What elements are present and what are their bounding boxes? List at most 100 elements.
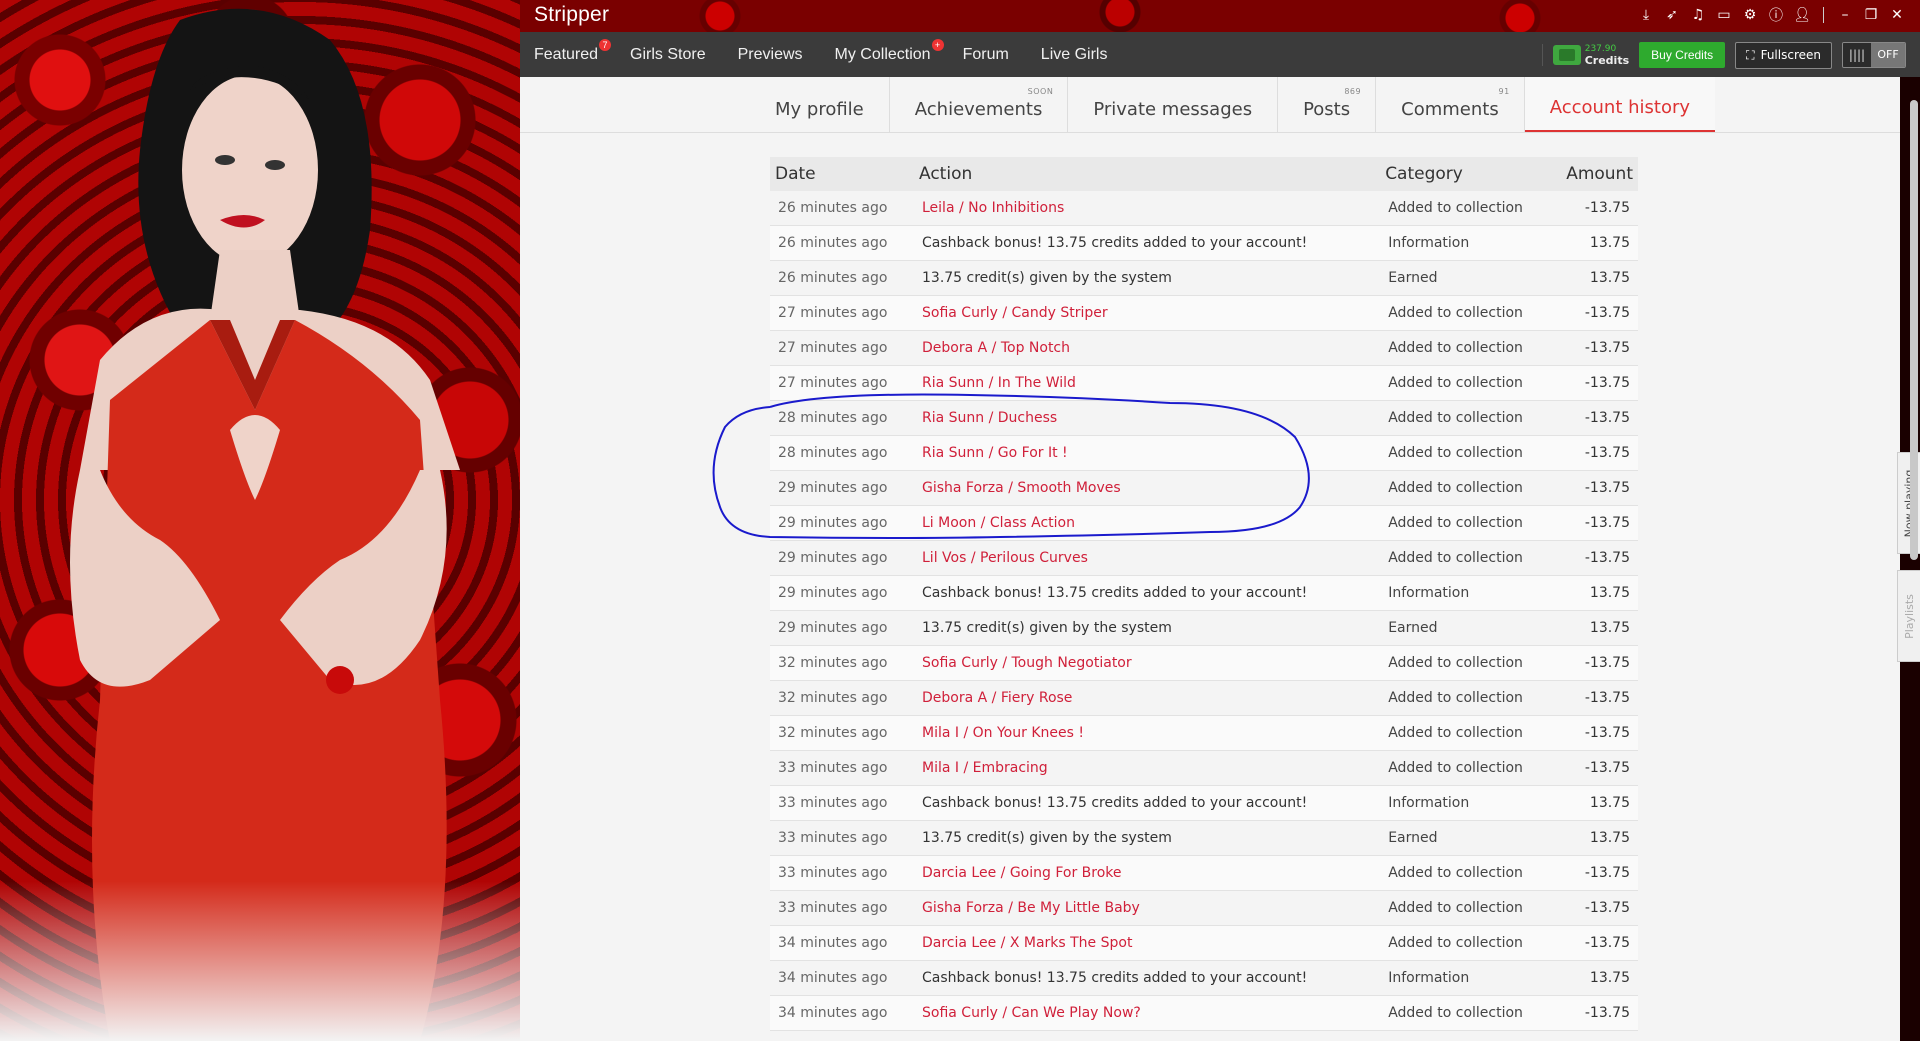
credits-balance[interactable]: 237.90 Credits [1541,44,1629,66]
tab-achievements[interactable]: Achievements SOON [890,77,1069,132]
divider [1823,7,1824,23]
row-action-link[interactable]: Sofia Curly / Candy Striper [914,295,1381,331]
row-action-link[interactable]: Gisha Forza / Smooth Moves [914,470,1381,506]
profile-tabs-bar: My profile Achievements SOON Private messag… [520,77,1900,133]
info-icon[interactable]: ⓘ [1767,5,1785,25]
row-amount: -13.75 [1561,540,1638,576]
tab-label: Posts [1303,99,1351,120]
user-icon[interactable]: 👤︎ [1793,7,1811,23]
nav-live-girls[interactable]: Live Girls [1041,46,1108,64]
row-action: Cashback bonus! 13.75 credits added to y… [914,785,1381,821]
table-row: 32 minutes ago Sofia Curly / Tough Negoti… [770,645,1638,681]
header-action[interactable]: Action [914,157,1381,191]
table-row: 29 minutes ago Lil Vos / Perilous Curves A… [770,540,1638,576]
row-action: 13.75 credit(s) given by the system [914,260,1381,296]
header-date[interactable]: Date [770,157,914,191]
row-action-link[interactable]: Sofia Curly / Tough Negotiator [914,645,1381,681]
row-date: 33 minutes ago [770,785,914,821]
row-action-link[interactable]: Li Moon / Class Action [914,505,1381,541]
tab-label: Private messages [1093,99,1253,120]
row-action-link[interactable]: Debora A / Fiery Rose [914,680,1381,716]
row-amount: -13.75 [1561,295,1638,331]
row-date: 29 minutes ago [770,470,914,506]
row-category: Added to collection [1380,750,1562,786]
main-nav: Featured 7 Girls Store Previews My Colle… [520,32,1920,77]
toggle-state: OFF [1871,43,1905,67]
settings-icon[interactable]: ⚙ [1741,7,1759,23]
table-row: 33 minutes ago Gisha Forza / Be My Little… [770,890,1638,926]
row-category: Added to collection [1380,435,1562,471]
row-category: Added to collection [1380,995,1562,1031]
row-category: Added to collection [1380,890,1562,926]
row-category: Added to collection [1380,540,1562,576]
row-action-link[interactable]: Darcia Lee / Going For Broke [914,855,1381,891]
header-amount[interactable]: Amount [1561,157,1638,191]
row-category: Added to collection [1380,400,1562,436]
scrollbar-thumb[interactable] [1910,100,1918,560]
close-icon[interactable]: ✕ [1888,7,1906,23]
row-amount: -13.75 [1561,855,1638,891]
row-date: 32 minutes ago [770,645,914,681]
tab-comments[interactable]: Comments 91 [1376,77,1525,132]
table-row: 29 minutes ago Li Moon / Class Action Adde… [770,505,1638,541]
display-toggle[interactable]: |||| OFF [1842,42,1906,68]
row-action-link[interactable]: Mila I / Embracing [914,750,1381,786]
tab-private-messages[interactable]: Private messages [1068,77,1279,132]
monitor-icon[interactable]: ▭ [1715,7,1733,23]
header-category[interactable]: Category [1380,157,1562,191]
row-category: Information [1380,960,1562,996]
row-date: 27 minutes ago [770,365,914,401]
download-icon[interactable]: ⤓ [1637,7,1655,23]
table-row: 32 minutes ago Mila I / On Your Knees ! Ad… [770,715,1638,751]
tab-label: My profile [775,99,864,120]
row-amount: -13.75 [1561,330,1638,366]
table-row: 34 minutes ago Cashback bonus! 13.75 cred… [770,960,1638,996]
tab-label: Account history [1549,97,1691,118]
tab-account-history[interactable]: Account history [1524,77,1716,132]
nav-forum[interactable]: Forum [963,46,1009,64]
row-amount: 13.75 [1561,785,1638,821]
row-action-link[interactable]: Leila / No Inhibitions [914,191,1381,226]
row-action-link[interactable]: Darcia Lee / X Marks The Spot [914,925,1381,961]
restore-icon[interactable]: ❐ [1862,7,1880,23]
row-action-link[interactable]: Gisha Forza / Be My Little Baby [914,890,1381,926]
row-action-link[interactable]: Mila I / On Your Knees ! [914,715,1381,751]
row-action-link[interactable]: Debora A / Top Notch [914,330,1381,366]
row-date: 29 minutes ago [770,610,914,646]
row-category: Information [1380,785,1562,821]
nav-girls-store[interactable]: Girls Store [630,46,706,64]
row-action-link[interactable]: Sofia Curly / Can We Play Now? [914,995,1381,1031]
table-row: 34 minutes ago Darcia Lee / X Marks The S… [770,925,1638,961]
row-date: 27 minutes ago [770,330,914,366]
promo-panel [0,0,520,1041]
row-date: 33 minutes ago [770,890,914,926]
music-icon[interactable]: ♫ [1689,7,1707,23]
buy-credits-button[interactable]: Buy Credits [1639,42,1726,68]
fullscreen-button[interactable]: ⛶ Fullscreen [1735,41,1832,69]
nav-my-collection[interactable]: My Collection + [835,38,944,64]
nav-previews[interactable]: Previews [738,46,803,64]
minimize-icon[interactable]: – [1836,7,1854,23]
playlists-tab[interactable]: Playlists [1897,570,1920,662]
row-amount: -13.75 [1561,470,1638,506]
row-category: Added to collection [1380,191,1562,226]
row-action: Cashback bonus! 13.75 credits added to y… [914,960,1381,996]
tab-posts[interactable]: Posts 869 [1278,77,1377,132]
tab-my-profile[interactable]: My profile [750,77,890,132]
row-action-link[interactable]: Ria Sunn / Go For It ! [914,435,1381,471]
nav-featured[interactable]: Featured 7 [534,38,612,64]
row-action-link[interactable]: Ria Sunn / Duchess [914,400,1381,436]
table-row: 29 minutes ago 13.75 credit(s) given by t… [770,610,1638,646]
row-amount: 13.75 [1561,575,1638,611]
row-amount: 13.75 [1561,610,1638,646]
table-row: 33 minutes ago Darcia Lee / Going For Bro… [770,855,1638,891]
row-date: 33 minutes ago [770,820,914,856]
featured-badge: 7 [599,38,612,51]
row-action-link[interactable]: Ria Sunn / In The Wild [914,365,1381,401]
send-icon[interactable]: ➶ [1663,7,1681,23]
row-action-link[interactable]: Lil Vos / Perilous Curves [914,540,1381,576]
row-date: 33 minutes ago [770,750,914,786]
row-category: Earned [1380,610,1562,646]
row-category: Added to collection [1380,330,1562,366]
row-action: 13.75 credit(s) given by the system [914,820,1381,856]
